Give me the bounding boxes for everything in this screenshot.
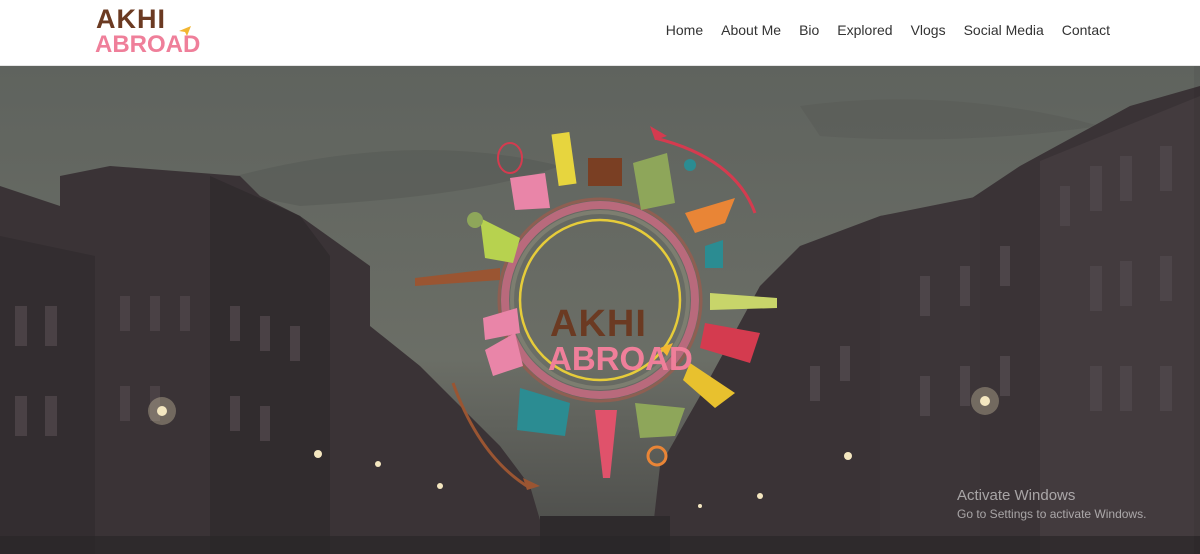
logo-line1: AKHI [96,4,166,34]
nav-vlogs[interactable]: Vlogs [902,22,955,38]
nav-contact[interactable]: Contact [1053,22,1110,38]
activate-windows-watermark: Activate Windows Go to Settings to activ… [957,487,1146,521]
site-logo[interactable]: AKHI ABROAD [95,4,200,60]
nav-social-media[interactable]: Social Media [955,22,1053,38]
logo-line2: ABROAD [95,31,201,58]
nav-about-me[interactable]: About Me [712,22,790,38]
travel-emblem: AKHI ABROAD [405,118,795,490]
hero-section: AKHI ABROAD [0,66,1200,554]
nav-home[interactable]: Home [657,22,712,38]
paper-plane-icon [179,26,191,36]
page-scrollbar[interactable] [1194,66,1200,554]
site-header: AKHI ABROAD Home About Me Bio Explored V… [0,0,1200,66]
emblem-title-line2: ABROAD [548,340,693,377]
nav-explored[interactable]: Explored [828,22,901,38]
watermark-subtitle: Go to Settings to activate Windows. [957,507,1147,521]
watermark-title: Activate Windows [957,487,1076,504]
nav-bio[interactable]: Bio [790,22,828,38]
main-nav: Home About Me Bio Explored Vlogs Social … [657,22,1110,38]
